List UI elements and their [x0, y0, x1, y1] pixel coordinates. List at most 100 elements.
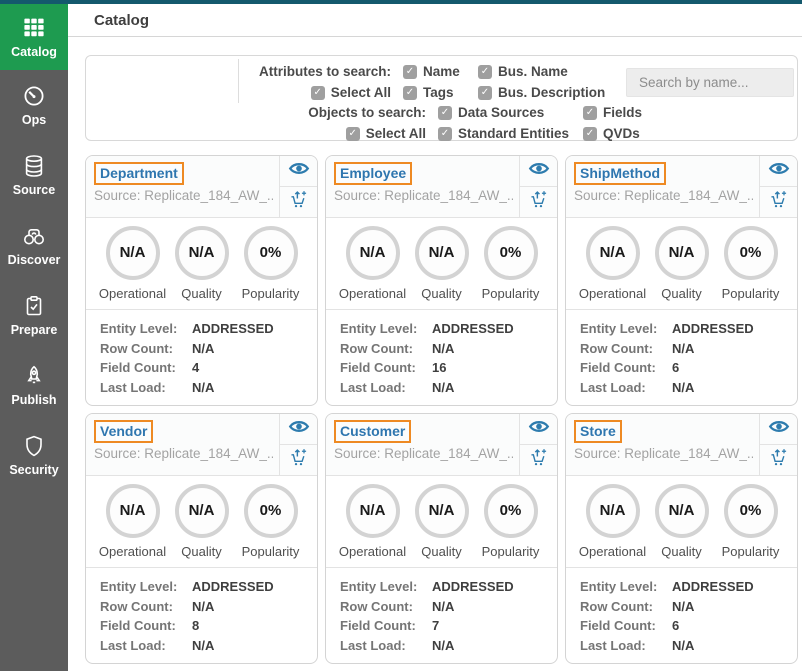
add-to-cart-button[interactable]: [280, 187, 317, 217]
quality-gauge: N/A: [655, 484, 709, 538]
add-to-cart-button[interactable]: [520, 187, 557, 217]
popularity-gauge: 0%: [724, 226, 778, 280]
entity-title-link[interactable]: Vendor: [94, 420, 153, 443]
add-to-cart-button[interactable]: [280, 445, 317, 475]
operational-gauge: N/A: [106, 484, 160, 538]
last-load-value: N/A: [432, 378, 454, 398]
sidebar-item-prepare[interactable]: Prepare: [0, 280, 68, 350]
card-header: Customer Source: Replicate_184_AW_...: [326, 414, 557, 476]
checkbox-checked-icon[interactable]: ✓: [346, 127, 360, 141]
gauges: N/AOperational N/AQuality 0%Popularity: [326, 218, 557, 301]
card-header: Store Source: Replicate_184_AW_...: [566, 414, 797, 476]
checkbox-checked-icon[interactable]: ✓: [403, 86, 417, 100]
quality-gauge: N/A: [415, 484, 469, 538]
entity-title-link[interactable]: Employee: [334, 162, 412, 185]
field-count-value: 6: [672, 358, 679, 378]
gauges: N/AOperational N/AQuality 0%Popularity: [326, 476, 557, 559]
checkbox-tags[interactable]: ✓Tags: [391, 83, 466, 102]
search-input[interactable]: [626, 68, 794, 97]
eye-icon: [528, 161, 550, 181]
checkbox-checked-icon[interactable]: ✓: [403, 65, 417, 79]
view-details-button[interactable]: [520, 414, 557, 445]
page-title: Catalog: [68, 12, 149, 29]
sidebar-item-publish[interactable]: Publish: [0, 350, 68, 420]
entity-details: Entity Level:ADDRESSED Row Count:N/A Fie…: [86, 568, 317, 655]
card-header: Department Source: Replicate_184_AW_...: [86, 156, 317, 218]
checkbox-name[interactable]: ✓Name: [391, 62, 466, 81]
checkbox-data-sources[interactable]: ✓Data Sources: [426, 103, 571, 122]
checkbox-qvds[interactable]: ✓QVDs: [571, 124, 797, 143]
entity-source: Source: Replicate_184_AW_...: [334, 188, 513, 203]
view-details-button[interactable]: [760, 414, 797, 445]
checkbox-fields[interactable]: ✓Fields: [571, 103, 797, 122]
sidebar-item-label: Catalog: [11, 45, 57, 59]
row-count-value: N/A: [192, 597, 214, 617]
operational-gauge: N/A: [106, 226, 160, 280]
popularity-gauge: 0%: [484, 226, 538, 280]
field-count-value: 16: [432, 358, 446, 378]
checkbox-checked-icon[interactable]: ✓: [478, 65, 492, 79]
field-count-value: 4: [192, 358, 199, 378]
popularity-gauge: 0%: [724, 484, 778, 538]
grid-icon: [21, 15, 47, 40]
entity-card-vendor: Vendor Source: Replicate_184_AW_... N/AO…: [85, 413, 318, 664]
card-header: Vendor Source: Replicate_184_AW_...: [86, 414, 317, 476]
shield-icon: [22, 434, 46, 458]
entity-card-shipmethod: ShipMethod Source: Replicate_184_AW_... …: [565, 155, 798, 406]
entity-card-store: Store Source: Replicate_184_AW_... N/AOp…: [565, 413, 798, 664]
sidebar-item-label: Discover: [8, 253, 61, 267]
last-load-value: N/A: [672, 378, 694, 398]
entity-level-value: ADDRESSED: [192, 577, 274, 597]
last-load-value: N/A: [192, 378, 214, 398]
entity-title-link[interactable]: ShipMethod: [574, 162, 666, 185]
checkbox-checked-icon[interactable]: ✓: [583, 127, 597, 141]
field-count-value: 8: [192, 616, 199, 636]
entity-details: Entity Level:ADDRESSED Row Count:N/A Fie…: [326, 310, 557, 397]
operational-gauge: N/A: [346, 226, 400, 280]
row-count-value: N/A: [432, 339, 454, 359]
add-to-cart-button[interactable]: [760, 445, 797, 475]
view-details-button[interactable]: [520, 156, 557, 187]
entity-details: Entity Level:ADDRESSED Row Count:N/A Fie…: [566, 568, 797, 655]
eye-icon: [288, 419, 310, 439]
eye-icon: [768, 161, 790, 181]
row-count-value: N/A: [672, 597, 694, 617]
sidebar-item-ops[interactable]: Ops: [0, 70, 68, 140]
checkbox-checked-icon[interactable]: ✓: [311, 86, 325, 100]
sidebar-item-discover[interactable]: Discover: [0, 210, 68, 280]
quality-gauge: N/A: [415, 226, 469, 280]
entity-card-customer: Customer Source: Replicate_184_AW_... N/…: [325, 413, 558, 664]
quality-gauge: N/A: [175, 226, 229, 280]
checkbox-checked-icon[interactable]: ✓: [478, 86, 492, 100]
entity-title-link[interactable]: Department: [94, 162, 184, 185]
view-details-button[interactable]: [760, 156, 797, 187]
checkbox-checked-icon[interactable]: ✓: [583, 106, 597, 120]
entity-source: Source: Replicate_184_AW_...: [334, 446, 513, 461]
entity-level-value: ADDRESSED: [672, 577, 754, 597]
entity-title-link[interactable]: Store: [574, 420, 622, 443]
view-details-button[interactable]: [280, 414, 317, 445]
checkbox-checked-icon[interactable]: ✓: [438, 127, 452, 141]
entity-title-link[interactable]: Customer: [334, 420, 411, 443]
view-details-button[interactable]: [280, 156, 317, 187]
add-to-cart-button[interactable]: [520, 445, 557, 475]
card-header: ShipMethod Source: Replicate_184_AW_...: [566, 156, 797, 218]
checkbox-select-all-objects[interactable]: ✓Select All: [86, 124, 426, 143]
rocket-icon: [22, 364, 46, 388]
checkbox-standard-entities[interactable]: ✓Standard Entities: [426, 124, 571, 143]
sidebar-item-catalog[interactable]: Catalog: [0, 4, 68, 70]
sidebar-item-label: Source: [13, 183, 55, 197]
eye-icon: [288, 161, 310, 181]
gauge-icon: [22, 84, 46, 108]
entity-source: Source: Replicate_184_AW_...: [574, 188, 753, 203]
clipboard-icon: [22, 294, 46, 318]
sidebar-item-source[interactable]: Source: [0, 140, 68, 210]
field-count-value: 7: [432, 616, 439, 636]
checkbox-checked-icon[interactable]: ✓: [438, 106, 452, 120]
sidebar-item-label: Publish: [11, 393, 56, 407]
add-to-cart-button[interactable]: [760, 187, 797, 217]
entity-level-value: ADDRESSED: [432, 319, 514, 339]
search-filter-panel: Attributes to search: ✓Name ✓Bus. Name ✓…: [85, 55, 798, 141]
sidebar-item-label: Security: [9, 463, 58, 477]
sidebar-item-security[interactable]: Security: [0, 420, 68, 490]
